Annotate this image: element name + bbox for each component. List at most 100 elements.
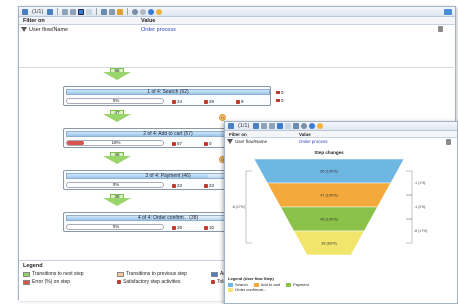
filter-icon bbox=[227, 139, 233, 144]
step-exit: 0 bbox=[276, 98, 284, 103]
chart-title: Step changes bbox=[314, 150, 344, 155]
entry-arrow: 46 bbox=[103, 152, 131, 164]
legend-swatch bbox=[23, 271, 30, 277]
print-icon[interactable] bbox=[109, 8, 116, 15]
filter-on-cell: User flow/Name bbox=[227, 139, 299, 144]
change-label: -1 (1%) bbox=[414, 181, 425, 185]
zoom-in-icon[interactable] bbox=[62, 8, 69, 15]
nav-back-icon[interactable] bbox=[228, 123, 234, 129]
chart-view-icon[interactable] bbox=[78, 8, 85, 15]
entry-arrow: 47 bbox=[103, 110, 131, 122]
flow-step[interactable]: 1 of 4: Search (62) 0% 24 29 9 bbox=[63, 86, 271, 106]
exit-icon bbox=[276, 91, 280, 94]
step-error-percent: 0% bbox=[112, 98, 120, 103]
chart-legend: Legend (User flow Step) Search Add to ca… bbox=[228, 276, 309, 292]
zoom-out-icon[interactable] bbox=[70, 8, 77, 15]
change-label: -8 (17%) bbox=[414, 229, 427, 233]
filter-row[interactable]: User flow/Name Order process bbox=[225, 138, 457, 145]
toolbar-divider bbox=[96, 8, 98, 15]
change-bracket bbox=[406, 194, 413, 220]
info-icon[interactable] bbox=[317, 123, 324, 129]
dock-icon[interactable] bbox=[444, 8, 452, 15]
step-count-b: 0 bbox=[209, 141, 212, 146]
entry-arrow: 66 bbox=[103, 68, 131, 80]
search-icon[interactable] bbox=[301, 123, 308, 129]
help-icon[interactable] bbox=[148, 8, 155, 15]
change-label: -1 (2%) bbox=[414, 205, 425, 209]
funnel-segment-label: 66 (100%) bbox=[320, 170, 338, 174]
info-icon[interactable] bbox=[156, 8, 163, 15]
zoom-out-icon[interactable] bbox=[269, 123, 276, 129]
search-icon[interactable] bbox=[132, 8, 139, 15]
step-error-bar: 0% bbox=[66, 224, 164, 230]
settings-icon[interactable] bbox=[140, 8, 147, 15]
step-error-bar: 18% bbox=[66, 140, 164, 146]
exit-icon bbox=[276, 99, 280, 102]
step-error-bar: 0% bbox=[66, 182, 164, 188]
satisfactory-icon bbox=[172, 225, 176, 230]
legend-swatch bbox=[117, 271, 124, 277]
step-count-c: 9 bbox=[241, 99, 244, 104]
value-header: Value bbox=[299, 131, 311, 137]
entry-arrow-count: 66 bbox=[114, 68, 120, 73]
filter-value[interactable]: Order process bbox=[141, 27, 176, 33]
entry-arrow: 38 bbox=[103, 194, 131, 206]
satisfactory-icon bbox=[117, 280, 121, 284]
satisfactory-icon bbox=[172, 99, 176, 104]
highlight-icon[interactable] bbox=[117, 8, 124, 15]
filter-row[interactable]: User flow/Name Order process bbox=[19, 25, 455, 34]
side-exit-count: 0 bbox=[281, 98, 284, 103]
filter-header: Filter on Value bbox=[19, 17, 455, 25]
nav-forward-icon[interactable] bbox=[47, 8, 54, 15]
filter-on-header: Filter on bbox=[23, 17, 45, 24]
value-header: Value bbox=[141, 17, 156, 24]
chart-legend-label: Order confirmat... bbox=[235, 287, 267, 292]
step-error-bar: 0% bbox=[66, 98, 164, 104]
chart-legend-item: Payment bbox=[286, 282, 309, 287]
table-view-icon[interactable] bbox=[285, 123, 292, 129]
filter-field: User flow/Name bbox=[235, 139, 268, 144]
legend-item: Satisfactory step activities bbox=[117, 279, 205, 285]
step-error-percent: 0% bbox=[112, 224, 120, 229]
table-view-icon[interactable] bbox=[86, 8, 93, 15]
funnel-segment-label: 46 (100%) bbox=[320, 218, 338, 222]
tolerating-icon bbox=[204, 225, 208, 230]
filter-on-header: Filter on bbox=[229, 131, 247, 137]
satisfactory-icon bbox=[172, 141, 176, 146]
filter-value[interactable]: Order process bbox=[299, 139, 328, 144]
chart-legend-swatch bbox=[286, 282, 292, 287]
funnel-chart: Step changes 66 (100%) 47 (100%) 46 (100%) 3… bbox=[232, 150, 427, 256]
step-count-a: 57 bbox=[177, 141, 183, 146]
zoom-in-icon[interactable] bbox=[261, 123, 268, 129]
delete-filter-icon[interactable] bbox=[446, 139, 451, 145]
entry-arrow-count: 46 bbox=[114, 152, 120, 157]
frustrated-icon bbox=[236, 99, 240, 104]
step-exit: 0 bbox=[276, 90, 284, 95]
filter-on-cell: User flow/Name bbox=[21, 27, 141, 33]
entry-arrow-count: 47 bbox=[114, 110, 120, 115]
export-icon[interactable] bbox=[101, 8, 108, 15]
chart-legend-swatch bbox=[228, 287, 233, 292]
page-indicator: (1/1) bbox=[238, 123, 250, 129]
chart-legend-swatch bbox=[228, 282, 233, 287]
help-icon[interactable] bbox=[309, 123, 316, 129]
legend-item: Transitions to previous step bbox=[117, 271, 205, 277]
tolerating-icon bbox=[204, 99, 208, 104]
tolerating-icon bbox=[204, 183, 208, 188]
legend-label: Transitions to previous step bbox=[126, 271, 187, 277]
nav-forward-icon[interactable] bbox=[253, 123, 260, 129]
overlay-toolbar: (1/1) bbox=[225, 122, 457, 131]
legend-swatch bbox=[23, 279, 30, 285]
export-icon[interactable] bbox=[293, 123, 300, 129]
nav-back-icon[interactable] bbox=[22, 8, 28, 15]
legend-label: Transitions to next step bbox=[32, 271, 84, 277]
chart-view-icon[interactable] bbox=[277, 123, 284, 129]
funnel-segment-label: 38 (83%) bbox=[321, 242, 337, 246]
step-count-b: 10 bbox=[209, 225, 215, 230]
tolerating-icon bbox=[211, 280, 215, 284]
step-error-percent: 0% bbox=[112, 182, 120, 187]
delete-filter-icon[interactable] bbox=[438, 26, 443, 32]
filter-header: Filter on Value bbox=[225, 131, 457, 138]
filter-icon bbox=[21, 27, 27, 32]
legend-item: Transitions to next step bbox=[23, 271, 111, 277]
